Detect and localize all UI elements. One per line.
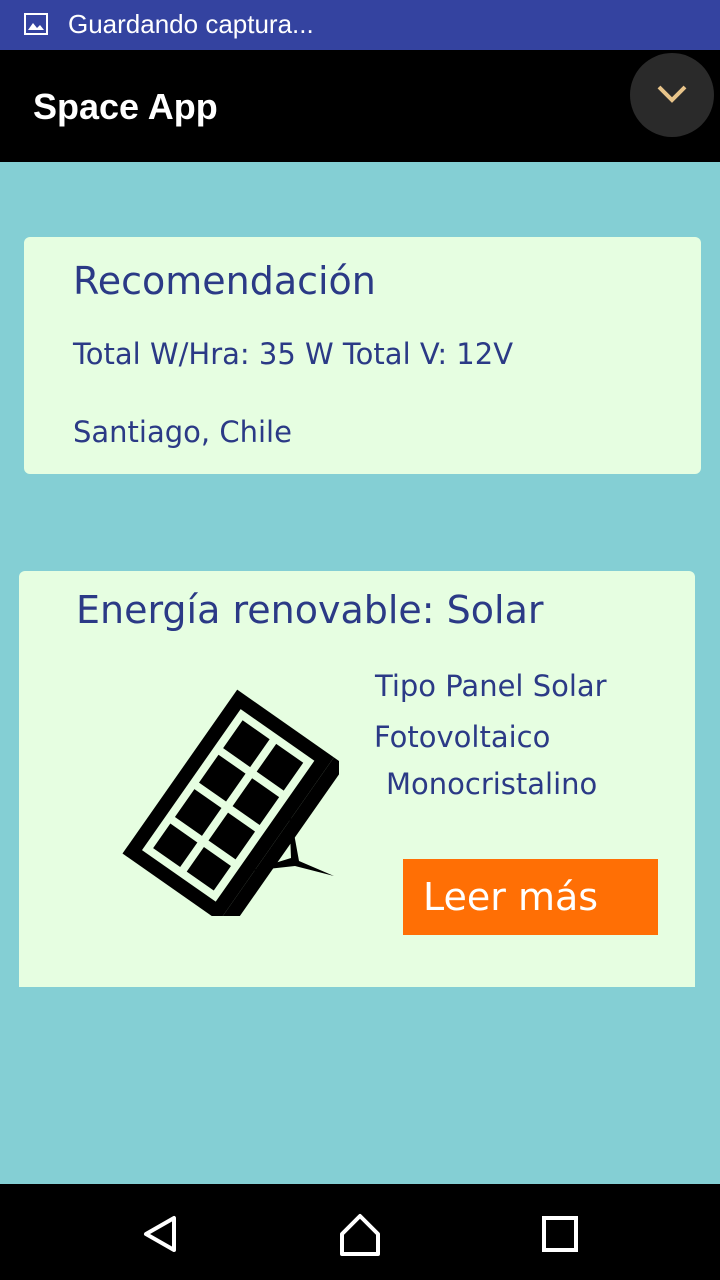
energy-title: Energía renovable: Solar xyxy=(76,588,544,632)
recommendation-card: Recomendación Total W/Hra: 35 W Total V:… xyxy=(24,237,701,474)
recommendation-title: Recomendación xyxy=(73,259,376,303)
recommendation-totals: Total W/Hra: 35 W Total V: 12V xyxy=(73,337,514,371)
recents-square-icon[interactable] xyxy=(536,1210,584,1258)
panel-subtype-line1: Fotovoltaico xyxy=(374,720,551,754)
app-title: Space App xyxy=(33,86,218,127)
status-notification-text: Guardando captura... xyxy=(68,9,314,39)
energy-card: Energía renovable: Solar Tipo Panel Sola… xyxy=(19,571,695,987)
read-more-button[interactable]: Leer más xyxy=(403,859,658,935)
navigation-bar xyxy=(0,1184,720,1280)
chevron-down-icon xyxy=(657,85,687,103)
solar-panel-icon xyxy=(99,676,346,930)
panel-type-label: Tipo Panel Solar xyxy=(375,669,607,703)
status-bar: Guardando captura... xyxy=(0,0,720,50)
home-icon[interactable] xyxy=(336,1210,384,1258)
back-triangle-icon[interactable] xyxy=(136,1210,184,1258)
app-bar: Space App xyxy=(0,50,720,162)
image-icon xyxy=(24,13,48,35)
recommendation-location: Santiago, Chile xyxy=(73,415,292,449)
collapse-button[interactable] xyxy=(630,53,714,137)
panel-subtype-line2: Monocristalino xyxy=(386,767,598,801)
